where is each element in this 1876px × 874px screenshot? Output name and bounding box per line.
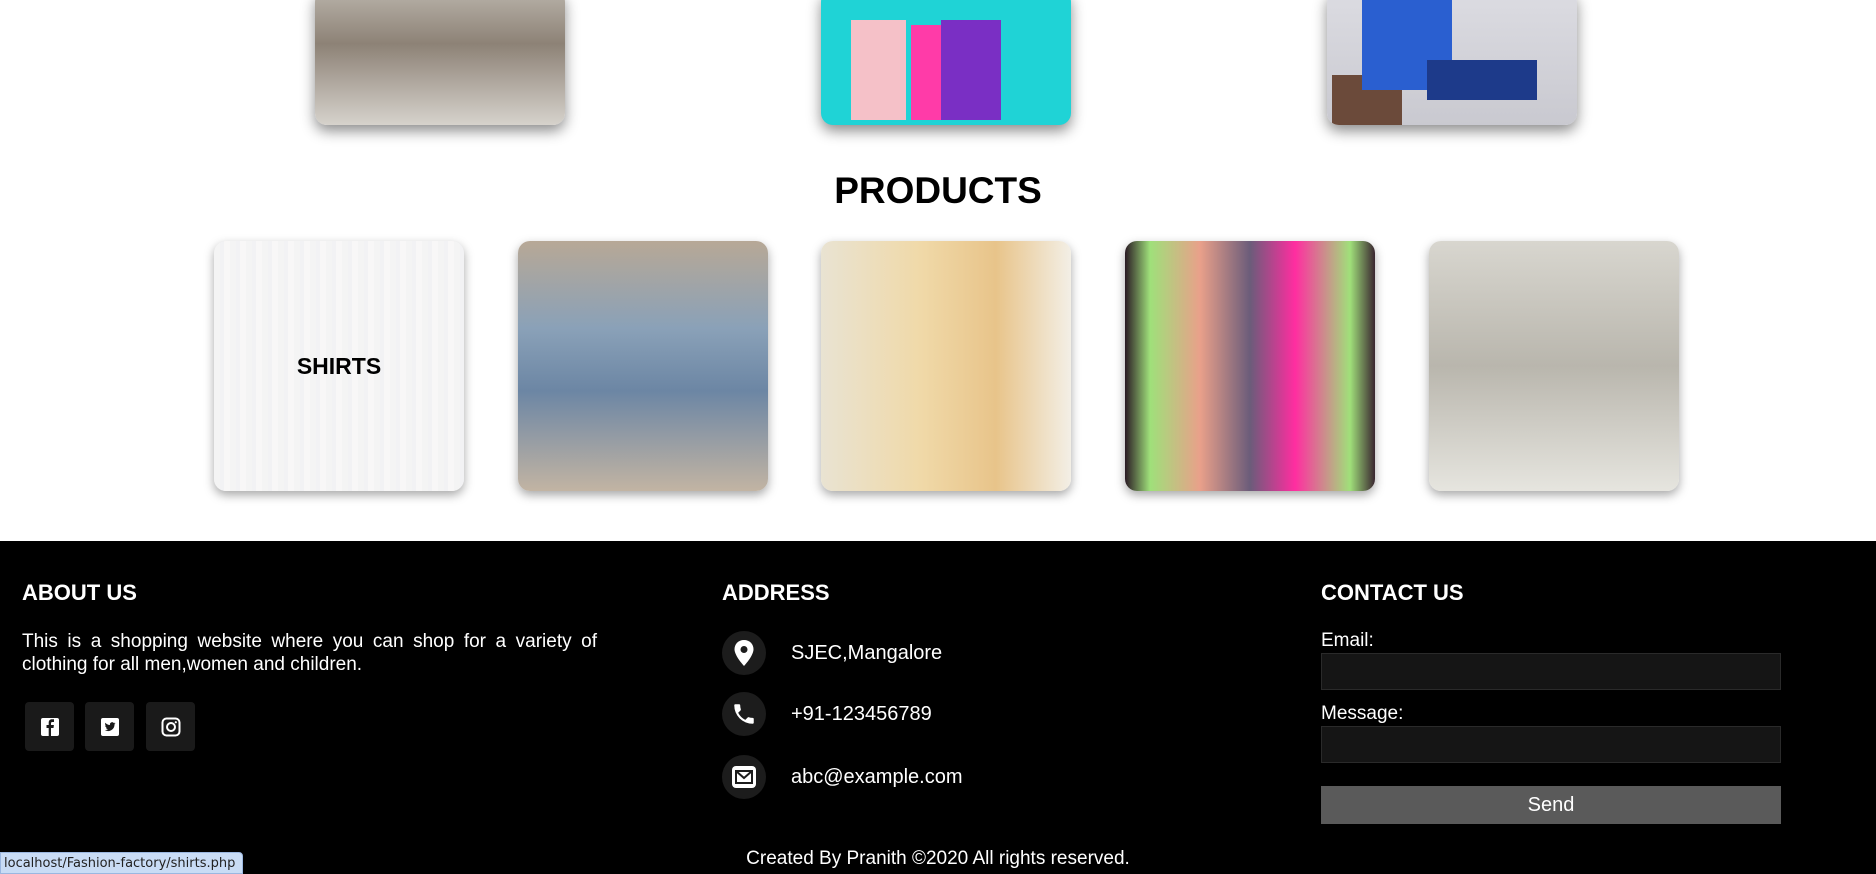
address-heading: ADDRESS — [722, 580, 830, 605]
address-phone-row: +91-123456789 — [722, 692, 932, 736]
email-label: Email: — [1321, 630, 1374, 651]
product-card-ethnic-wear[interactable] — [1429, 241, 1679, 491]
about-text: This is a shopping website where you can… — [22, 631, 597, 675]
map-marker-icon — [722, 631, 766, 675]
products-heading: PRODUCTS — [834, 170, 1042, 211]
twitter-icon — [100, 717, 119, 736]
twitter-button[interactable] — [85, 702, 134, 751]
copyright-text: Created By Pranith ©2020 All rights rese… — [746, 848, 1130, 869]
address-location-row: SJEC,Mangalore — [722, 631, 942, 675]
address-location: SJEC,Mangalore — [791, 641, 943, 664]
message-field[interactable] — [1321, 726, 1781, 763]
kid-image-shape — [1332, 0, 1537, 125]
category-kids-image[interactable] — [1327, 0, 1577, 125]
message-label: Message: — [1321, 703, 1404, 724]
send-button[interactable]: Send — [1321, 786, 1781, 824]
envelope-icon — [722, 755, 766, 799]
status-bar-url: localhost/Fashion-factory/shirts.php — [0, 852, 244, 874]
category-women-image[interactable] — [821, 0, 1071, 125]
product-card-shirts[interactable]: SHIRTS — [214, 241, 464, 491]
facebook-icon — [40, 717, 59, 736]
phone-icon — [722, 692, 766, 736]
product-card-dresses[interactable] — [821, 241, 1071, 491]
address-email-row: abc@example.com — [722, 755, 962, 799]
product-card-leggings[interactable] — [1125, 241, 1375, 491]
category-men-image[interactable] — [315, 0, 565, 125]
contact-heading: CONTACT US — [1321, 580, 1464, 605]
instagram-icon — [161, 717, 180, 736]
about-heading: ABOUT US — [22, 580, 137, 605]
shopping-bags-icon — [851, 20, 1001, 120]
product-card-jeans[interactable] — [518, 241, 768, 491]
instagram-button[interactable] — [146, 702, 195, 751]
product-label: SHIRTS — [296, 352, 382, 379]
address-phone: +91-123456789 — [791, 702, 932, 725]
footer: ABOUT US This is a shopping website wher… — [0, 541, 1876, 874]
facebook-button[interactable] — [25, 702, 74, 751]
email-field[interactable] — [1321, 653, 1781, 690]
address-email: abc@example.com — [791, 765, 963, 788]
